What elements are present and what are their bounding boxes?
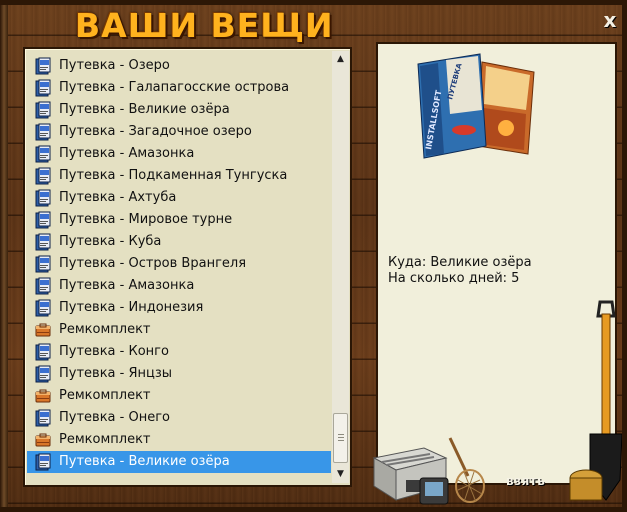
voucher-icon: [34, 101, 52, 119]
scroll-thumb[interactable]: [333, 413, 348, 463]
destination-line: Куда: Великие озёра: [388, 255, 532, 270]
landing-net-icon: [448, 437, 485, 503]
inventory-item[interactable]: Путевка - Ахтуба: [27, 187, 331, 209]
voucher-icon: [34, 233, 52, 251]
window-border-right: [622, 0, 627, 512]
scroll-grip-line: [338, 434, 344, 435]
inventory-item-label: Путевка - Куба: [59, 234, 162, 249]
inventory-item-label: Путевка - Великие озёра: [59, 102, 230, 117]
voucher-icon: [34, 79, 52, 97]
inventory-item[interactable]: Путевка - Галапагосские острова: [27, 77, 331, 99]
inventory-item[interactable]: Ремкомплект: [27, 429, 331, 451]
inventory-item[interactable]: Путевка - Куба: [27, 231, 331, 253]
window-title: ВАШИ ВЕЩИ: [75, 6, 334, 45]
inventory-item-label: Путевка - Загадочное озеро: [59, 124, 252, 139]
inventory-list: Путевка - Озеро Путевка - Галапагосские о…: [27, 55, 331, 473]
voucher-icon: [34, 343, 52, 361]
repair-kit-icon: [34, 321, 52, 339]
inventory-item[interactable]: Путевка - Индонезия: [27, 297, 331, 319]
inventory-item[interactable]: Путевка - Амазонка: [27, 143, 331, 165]
inventory-item[interactable]: Путевка - Янцзы: [27, 363, 331, 385]
voucher-icon: [34, 409, 52, 427]
inventory-item-label: Ремкомплект: [59, 432, 151, 447]
voucher-icon: [34, 255, 52, 273]
inventory-item[interactable]: Ремкомплект: [27, 385, 331, 407]
shovel-icon: [569, 300, 622, 501]
inventory-item-label: Путевка - Амазонка: [59, 146, 195, 161]
take-button[interactable]: взять: [506, 474, 545, 488]
voucher-icon: [34, 167, 52, 185]
voucher-icon: [34, 299, 52, 317]
inventory-item-label: Путевка - Мировое турне: [59, 212, 233, 227]
inventory-item[interactable]: Путевка - Загадочное озеро: [27, 121, 331, 143]
inventory-item-label: Путевка - Амазонка: [59, 278, 195, 293]
voucher-icon: [34, 365, 52, 383]
days-line: На сколько дней: 5: [388, 271, 520, 286]
inventory-item[interactable]: Ремкомплект: [27, 319, 331, 341]
inventory-item-label: Путевка - Озеро: [59, 58, 170, 73]
voucher-icon: [34, 57, 52, 75]
inventory-item[interactable]: Путевка - Великие озёра: [27, 99, 331, 121]
inventory-item-label: Путевка - Конго: [59, 344, 169, 359]
inventory-item-label: Путевка - Индонезия: [59, 300, 204, 315]
inventory-item-label: Ремкомплект: [59, 388, 151, 403]
scroll-grip-line: [338, 437, 344, 438]
inventory-item-label: Путевка - Янцзы: [59, 366, 173, 381]
inventory-item-label: Путевка - Онего: [59, 410, 170, 425]
window-border-left: [0, 0, 8, 512]
inventory-item[interactable]: Путевка - Амазонка: [27, 275, 331, 297]
scroll-grip-line: [338, 440, 344, 441]
voucher-icon: [34, 453, 52, 471]
inventory-item[interactable]: Путевка - Великие озёра: [27, 451, 331, 473]
inventory-item-label: Путевка - Галапагосские острова: [59, 80, 290, 95]
voucher-icon: [34, 211, 52, 229]
item-details-text: Куда: Великие озёра На сколько дней: 5: [388, 255, 532, 287]
inventory-item-label: Путевка - Остров Врангеля: [59, 256, 247, 271]
inventory-item-label: Путевка - Ахтуба: [59, 190, 177, 205]
voucher-icon: [34, 145, 52, 163]
scrollbar[interactable]: ▲ ▼: [332, 51, 349, 483]
inventory-item[interactable]: Путевка - Мировое турне: [27, 209, 331, 231]
travel-brochure-image: INSTALLSOFT ПУТЕВКА: [417, 53, 535, 159]
scroll-down-arrow-icon[interactable]: ▼: [332, 466, 349, 483]
inventory-item-label: Ремкомплект: [59, 322, 151, 337]
window-border-bottom: [0, 507, 627, 512]
repair-kit-icon: [34, 431, 52, 449]
inventory-item-label: Путевка - Великие озёра: [59, 454, 230, 469]
scroll-up-arrow-icon[interactable]: ▲: [332, 51, 349, 68]
inventory-list-panel: Путевка - Озеро Путевка - Галапагосские о…: [23, 47, 352, 487]
voucher-icon: [34, 277, 52, 295]
inventory-item[interactable]: Путевка - Конго: [27, 341, 331, 363]
inventory-item[interactable]: Путевка - Онего: [27, 407, 331, 429]
inventory-item[interactable]: Путевка - Озеро: [27, 55, 331, 77]
voucher-icon: [34, 123, 52, 141]
repair-kit-icon: [34, 387, 52, 405]
close-icon[interactable]: x: [601, 10, 619, 30]
inventory-item[interactable]: Путевка - Подкаменная Тунгуска: [27, 165, 331, 187]
voucher-icon: [34, 189, 52, 207]
inventory-item[interactable]: Путевка - Остров Врангеля: [27, 253, 331, 275]
inventory-item-label: Путевка - Подкаменная Тунгуска: [59, 168, 288, 183]
